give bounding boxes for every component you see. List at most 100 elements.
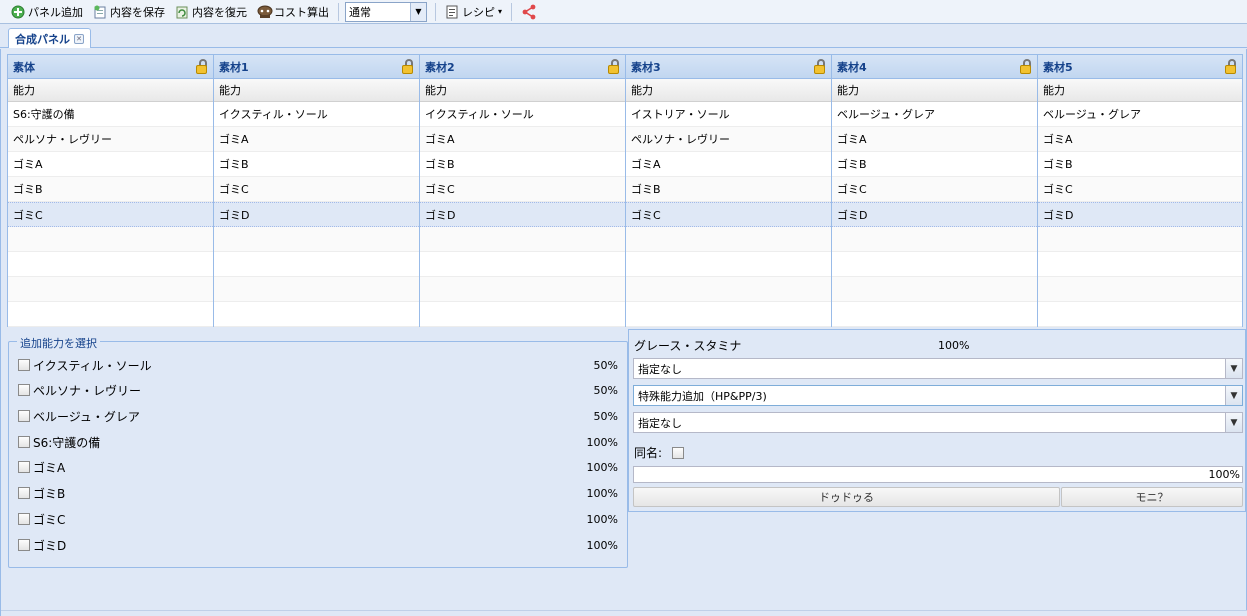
moni-button[interactable]: モニ？ bbox=[1061, 487, 1243, 507]
table-row[interactable]: ゴミD bbox=[420, 202, 625, 227]
ability-checkbox[interactable] bbox=[18, 461, 30, 473]
table-row[interactable]: ゴミA bbox=[626, 152, 831, 177]
lock-icon[interactable] bbox=[607, 59, 621, 74]
result-panel: グレース・スタミナ 100% 指定なし ▼ 特殊能力追加（HP&PP/3) ▼ … bbox=[628, 329, 1246, 512]
table-row[interactable]: ベルージュ・グレア bbox=[832, 102, 1037, 127]
table-row[interactable] bbox=[1038, 302, 1242, 327]
chevron-down-icon[interactable]: ▼ bbox=[1225, 386, 1242, 405]
restore-button[interactable]: 内容を復元 bbox=[172, 2, 250, 22]
lock-icon[interactable] bbox=[401, 59, 415, 74]
table-row[interactable] bbox=[214, 227, 419, 252]
table-row[interactable]: イクスティル・ソール bbox=[214, 102, 419, 127]
table-row[interactable] bbox=[420, 302, 625, 327]
column-header[interactable]: 能力 bbox=[420, 79, 625, 102]
table-row[interactable]: ゴミA bbox=[8, 152, 213, 177]
lock-icon[interactable] bbox=[195, 59, 209, 74]
table-row[interactable] bbox=[8, 227, 213, 252]
table-row[interactable]: ゴミB bbox=[8, 177, 213, 202]
dodoru-button[interactable]: ドゥドゥる bbox=[633, 487, 1060, 507]
ability-rate: 100% bbox=[586, 486, 618, 500]
same-name-checkbox[interactable] bbox=[672, 446, 685, 459]
table-row[interactable] bbox=[832, 277, 1037, 302]
table-row[interactable]: ゴミA bbox=[1038, 127, 1242, 152]
table-row[interactable] bbox=[832, 302, 1037, 327]
table-row[interactable]: ゴミB bbox=[214, 152, 419, 177]
table-row[interactable]: ゴミC bbox=[8, 202, 213, 227]
ability-checkbox[interactable] bbox=[18, 410, 30, 422]
table-row[interactable] bbox=[420, 252, 625, 277]
table-row[interactable]: イクスティル・ソール bbox=[420, 102, 625, 127]
table-row[interactable]: ペルソナ・レヴリー bbox=[626, 127, 831, 152]
table-row[interactable] bbox=[214, 302, 419, 327]
table-row[interactable]: ゴミC bbox=[420, 177, 625, 202]
column-header[interactable]: 能力 bbox=[1038, 79, 1242, 102]
cost-button[interactable]: コスト算出 bbox=[254, 2, 332, 22]
table-row[interactable] bbox=[626, 227, 831, 252]
column-header[interactable]: 能力 bbox=[626, 79, 831, 102]
recipe-button[interactable]: レシピ ▾ bbox=[442, 2, 505, 22]
lock-icon[interactable] bbox=[813, 59, 827, 74]
ability-option: ペルソナ・レヴリー 50% bbox=[18, 380, 618, 400]
table-row[interactable]: ペルソナ・レヴリー bbox=[8, 127, 213, 152]
ability-combo-1[interactable]: 指定なし ▼ bbox=[633, 358, 1243, 379]
table-row[interactable]: ゴミA bbox=[214, 127, 419, 152]
table-row[interactable] bbox=[1038, 227, 1242, 252]
mode-select[interactable]: 通常 ▼ bbox=[345, 1, 427, 22]
share-button[interactable] bbox=[518, 2, 543, 22]
table-row[interactable] bbox=[214, 277, 419, 302]
table-row[interactable]: イストリア・ソール bbox=[626, 102, 831, 127]
ability-combo-2[interactable]: 特殊能力追加（HP&PP/3) ▼ bbox=[633, 385, 1243, 406]
table-row[interactable]: ゴミB bbox=[420, 152, 625, 177]
table-row[interactable]: ゴミC bbox=[1038, 177, 1242, 202]
table-row[interactable]: ゴミC bbox=[214, 177, 419, 202]
material-grid: 素材2 能力 イクスティル・ソール ゴミA ゴミB ゴミC ゴミD bbox=[419, 54, 625, 327]
table-row[interactable]: ゴミD bbox=[214, 202, 419, 227]
add-panel-button[interactable]: パネル追加 bbox=[8, 2, 86, 22]
table-row[interactable] bbox=[8, 277, 213, 302]
table-row[interactable]: ゴミC bbox=[626, 202, 831, 227]
column-header[interactable]: 能力 bbox=[8, 79, 213, 102]
table-row[interactable]: ゴミD bbox=[832, 202, 1037, 227]
ability-checkbox[interactable] bbox=[18, 539, 30, 551]
ability-checkbox[interactable] bbox=[18, 359, 30, 371]
chevron-down-icon[interactable]: ▼ bbox=[410, 2, 426, 21]
table-row[interactable] bbox=[420, 277, 625, 302]
ability-label: ペルソナ・レヴリー bbox=[33, 383, 142, 398]
table-row[interactable]: S6:守護の備 bbox=[8, 102, 213, 127]
table-row[interactable] bbox=[1038, 277, 1242, 302]
table-row[interactable]: ゴミC bbox=[832, 177, 1037, 202]
ability-checkbox[interactable] bbox=[18, 384, 30, 396]
table-row[interactable]: ゴミA bbox=[420, 127, 625, 152]
table-row[interactable]: ゴミB bbox=[626, 177, 831, 202]
lock-icon[interactable] bbox=[1224, 59, 1238, 74]
table-row[interactable]: ゴミB bbox=[1038, 152, 1242, 177]
chevron-down-icon[interactable]: ▼ bbox=[1225, 413, 1242, 432]
table-row[interactable] bbox=[626, 252, 831, 277]
table-row[interactable] bbox=[832, 252, 1037, 277]
ability-option: イクスティル・ソール 50% bbox=[18, 355, 618, 375]
column-header[interactable]: 能力 bbox=[832, 79, 1037, 102]
close-icon[interactable]: ✕ bbox=[74, 33, 84, 44]
table-row[interactable] bbox=[626, 302, 831, 327]
table-row[interactable] bbox=[214, 252, 419, 277]
lock-icon[interactable] bbox=[1019, 59, 1033, 74]
table-row[interactable] bbox=[1038, 252, 1242, 277]
column-header[interactable]: 能力 bbox=[214, 79, 419, 102]
ability-option: ゴミC 100% bbox=[18, 509, 618, 529]
ability-checkbox[interactable] bbox=[18, 513, 30, 525]
table-row[interactable] bbox=[8, 252, 213, 277]
tab-synthesis-panel[interactable]: 合成パネル ✕ bbox=[8, 28, 91, 48]
ability-checkbox[interactable] bbox=[18, 487, 30, 499]
save-button[interactable]: 内容を保存 bbox=[90, 2, 168, 22]
chevron-down-icon[interactable]: ▼ bbox=[1225, 359, 1242, 378]
ability-checkbox[interactable] bbox=[18, 436, 30, 448]
table-row[interactable] bbox=[832, 227, 1037, 252]
table-row[interactable]: ゴミB bbox=[832, 152, 1037, 177]
table-row[interactable] bbox=[420, 227, 625, 252]
table-row[interactable] bbox=[626, 277, 831, 302]
table-row[interactable] bbox=[8, 302, 213, 327]
table-row[interactable]: ゴミD bbox=[1038, 202, 1242, 227]
table-row[interactable]: ゴミA bbox=[832, 127, 1037, 152]
ability-combo-3[interactable]: 指定なし ▼ bbox=[633, 412, 1243, 433]
table-row[interactable]: ベルージュ・グレア bbox=[1038, 102, 1242, 127]
